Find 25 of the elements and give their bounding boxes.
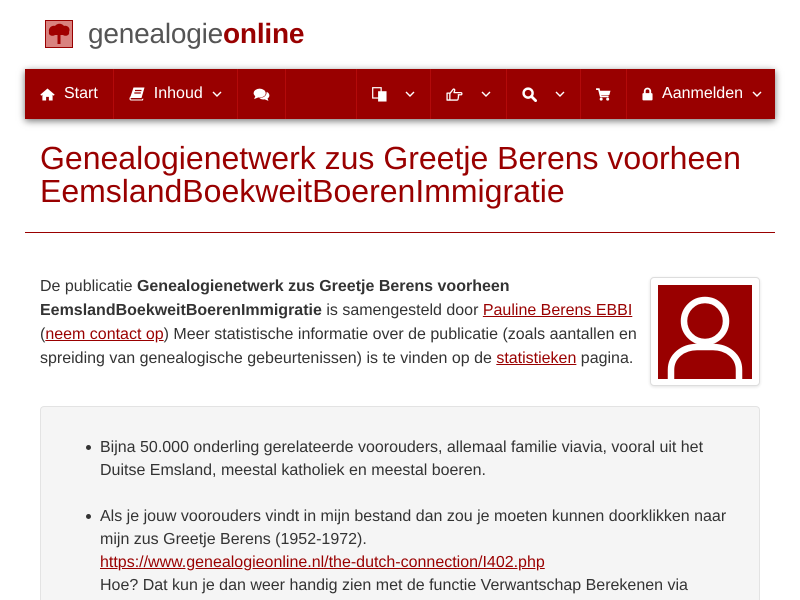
chat-icon	[252, 88, 270, 100]
list-item-text: Hoe? Dat kun je dan weer handig zien met de functie Verwantschap Berekenen via	[100, 576, 689, 596]
lock-icon	[642, 87, 654, 101]
home-icon	[40, 88, 55, 100]
book-icon	[128, 87, 145, 101]
navbar-item[interactable]: Inhoud	[114, 69, 238, 119]
url-link[interactable]: https://www.genealogieonline.nl/the-dutch-connection/I402.php	[100, 554, 545, 571]
list-item-text: Bijna 50.000 onderling gerelateerde voorouders, allemaal familie viavia, vooral uit het Duitse Emsland, meestal katholiek en meestal boeren.	[100, 438, 704, 481]
search-icon	[522, 86, 538, 102]
bullet-icon	[86, 514, 91, 519]
publication-title: Genealogienetwerk zus Greetje Berens voorheen EemslandBoekweitBoerenImmigratie	[40, 142, 742, 208]
tree-logo-icon	[45, 20, 73, 48]
overlapping-pages-icon	[372, 86, 388, 102]
navbar-item[interactable]: Start	[25, 69, 114, 119]
text-link[interactable]: Pauline Berens EBBI	[482, 302, 632, 319]
pointing-hand-icon	[446, 88, 464, 100]
navbar-item[interactable]: Aanmelden	[626, 69, 775, 119]
cart-icon	[596, 88, 612, 100]
list-item-text: Als je jouw voorouders vindt in mijn bestand dan zou je moeten kunnen doorklikken naar mijn zus Greetje Berens (1952-1972). https://www.genealogieonline.nl/the-dutch-connection/I402.php	[100, 507, 728, 573]
text-link[interactable]: neem contact op	[45, 326, 164, 343]
bullet-icon	[86, 445, 91, 450]
publication-description: De publicatie Genealogienetwerk zus Greetje Berens voorheen EemslandBoekweitBoerenImmigratie is samengesteld door Pauline Berens EBBI (neem contact op) Meer statistische informatie over de publicatie (zoals aantallen en spreiding van genealogische gebeurtenissen) is te vinden op de statistieken pagina.	[40, 277, 638, 369]
text-link[interactable]: statistieken	[496, 350, 576, 367]
site-logo[interactable]: genealogieonline	[88, 20, 304, 48]
avatar-icon	[658, 285, 752, 379]
